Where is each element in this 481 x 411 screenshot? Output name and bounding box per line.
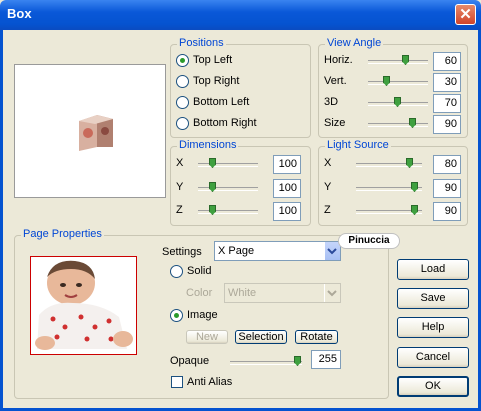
opaque-slider[interactable]	[230, 361, 302, 365]
radio-bottom-left-label: Bottom Left	[193, 96, 250, 108]
chevron-down-icon	[327, 248, 337, 255]
vert-label: Vert.	[324, 75, 347, 87]
vert-value[interactable]: 30	[433, 73, 461, 92]
positions-legend: Positions	[177, 37, 226, 49]
radio-bottom-right[interactable]	[176, 117, 189, 130]
size-label: Size	[324, 117, 346, 129]
dim-x-slider[interactable]	[198, 163, 258, 167]
window-title: Box	[7, 6, 32, 21]
radio-solid[interactable]	[170, 265, 183, 278]
settings-value: X Page	[218, 245, 255, 257]
color-value: White	[228, 287, 257, 299]
selection-button[interactable]: Selection	[235, 330, 287, 344]
settings-dropdown-arrow[interactable]	[324, 242, 340, 260]
cancel-button[interactable]: Cancel	[397, 347, 469, 368]
3d-value[interactable]: 70	[433, 94, 461, 113]
anti-alias-label: Anti Alias	[187, 376, 233, 388]
radio-bottom-left[interactable]	[176, 96, 189, 109]
horiz-label: Horiz.	[324, 54, 353, 66]
save-button[interactable]: Save	[397, 288, 469, 309]
dim-y-slider[interactable]	[198, 187, 258, 191]
color-label: Color	[186, 287, 213, 299]
size-value[interactable]: 90	[433, 115, 461, 134]
settings-dropdown[interactable]: X Page	[214, 241, 341, 261]
radio-top-right[interactable]	[176, 75, 189, 88]
3d-label: 3D	[324, 96, 339, 108]
solid-label: Solid	[187, 265, 212, 277]
light-y-value[interactable]: 90	[433, 179, 461, 198]
dim-z-label: Z	[176, 204, 183, 216]
baby-photo	[31, 257, 136, 354]
chevron-down-icon	[327, 290, 337, 297]
light-y-label: Y	[324, 181, 332, 193]
dimensions-legend: Dimensions	[177, 139, 239, 151]
radio-image[interactable]	[170, 309, 183, 322]
title-bar[interactable]: Box ✕	[0, 0, 481, 30]
radio-top-right-label: Top Right	[193, 75, 240, 87]
cube-preview	[14, 64, 166, 198]
cube-image	[79, 115, 113, 151]
dim-y-value[interactable]: 100	[273, 179, 301, 198]
settings-label: Settings	[162, 246, 202, 258]
radio-top-left-label: Top Left	[193, 54, 233, 66]
opaque-label: Opaque	[170, 355, 210, 367]
dim-y-label: Y	[176, 181, 184, 193]
close-button[interactable]: ✕	[455, 4, 476, 25]
light-x-label: X	[324, 157, 332, 169]
rotate-button[interactable]: Rotate	[295, 330, 338, 344]
dim-x-value[interactable]: 100	[273, 155, 301, 174]
help-button[interactable]: Help	[397, 317, 469, 338]
light-source-legend: Light Source	[325, 139, 391, 151]
dim-z-value[interactable]: 100	[273, 202, 301, 221]
ok-button[interactable]: OK	[397, 376, 469, 397]
color-dropdown-arrow[interactable]	[324, 284, 340, 302]
page-properties-legend: Page Properties	[21, 228, 104, 240]
opaque-value[interactable]: 255	[311, 350, 341, 369]
anti-alias-checkbox[interactable]	[171, 376, 183, 388]
horiz-slider[interactable]	[368, 60, 428, 64]
light-z-label: Z	[324, 204, 331, 216]
page-image-preview	[30, 256, 137, 355]
image-label: Image	[187, 309, 218, 321]
vert-slider[interactable]	[368, 81, 428, 85]
close-icon: ✕	[459, 6, 472, 23]
view-angle-legend: View Angle	[325, 37, 384, 49]
radio-top-left[interactable]	[176, 54, 189, 67]
watermark-badge: Pinuccia	[338, 233, 400, 249]
radio-bottom-right-label: Bottom Right	[193, 117, 257, 129]
new-button[interactable]: New	[186, 330, 228, 344]
load-button[interactable]: Load	[397, 259, 469, 280]
light-z-value[interactable]: 90	[433, 202, 461, 221]
horiz-value[interactable]: 60	[433, 52, 461, 71]
color-dropdown[interactable]: White	[224, 283, 341, 303]
light-x-value[interactable]: 80	[433, 155, 461, 174]
size-slider[interactable]	[368, 123, 428, 127]
dim-x-label: X	[176, 157, 184, 169]
dim-z-slider[interactable]	[198, 210, 258, 214]
